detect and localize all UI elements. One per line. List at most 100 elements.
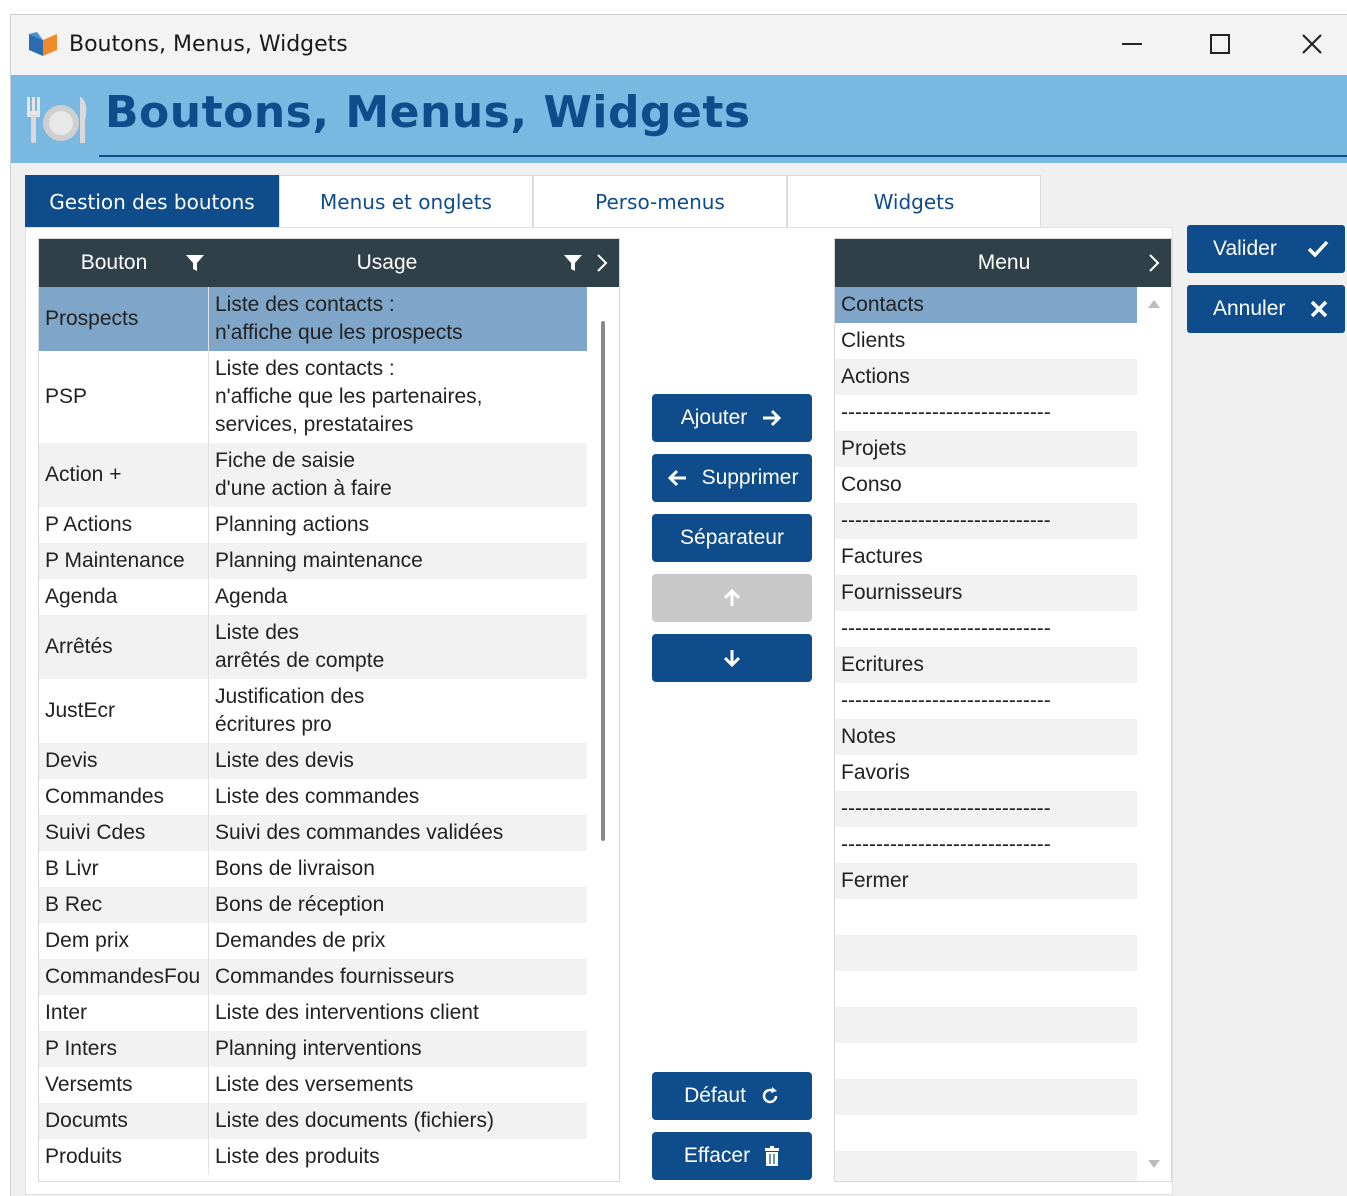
menu-list-item[interactable]: Contacts (835, 287, 1137, 323)
valider-button[interactable]: Valider (1187, 225, 1345, 273)
table-row[interactable]: Devis Liste des devis (39, 743, 587, 779)
usage-cell: Planning interventions (209, 1031, 587, 1067)
table-row[interactable]: CommandesFou Commandes fournisseurs (39, 959, 587, 995)
table-row[interactable]: P Maintenance Planning maintenance (39, 543, 587, 579)
usage-cell: Liste des arrêtés de compte (209, 615, 587, 679)
bouton-cell: Commandes (39, 779, 209, 815)
menu-list-item[interactable]: Ecritures (835, 647, 1137, 683)
supprimer-button[interactable]: Supprimer (652, 454, 812, 502)
menu-list-item[interactable]: Factures (835, 539, 1137, 575)
table-row[interactable]: Inter Liste des interventions client (39, 995, 587, 1031)
table-row[interactable]: Suivi Cdes Suivi des commandes validées (39, 815, 587, 851)
ajouter-label: Ajouter (680, 406, 748, 429)
table-row[interactable]: Prospects Liste des contacts : n'affiche q… (39, 287, 587, 351)
table-row[interactable]: Action + Fiche de saisie d'une action à fa… (39, 443, 587, 507)
menu-list-item[interactable] (835, 1115, 1137, 1151)
column-header-usage[interactable]: Usage (209, 239, 565, 287)
annuler-button[interactable]: Annuler (1187, 285, 1345, 333)
close-button[interactable] (1289, 23, 1335, 65)
arrow-right-icon (763, 409, 782, 427)
column-header-bouton[interactable]: Bouton (39, 239, 189, 287)
usage-cell: Justification des écritures pro (209, 679, 587, 743)
defaut-button[interactable]: Défaut (652, 1072, 812, 1120)
close-icon (1302, 34, 1322, 54)
menu-list-item[interactable]: ------------------------------ (835, 503, 1137, 539)
maximize-button[interactable] (1197, 23, 1243, 65)
column-header-menu[interactable]: Menu (978, 251, 1031, 275)
buttons-table-body: Prospects Liste des contacts : n'affiche q… (39, 287, 587, 1181)
scroll-down-icon[interactable] (1147, 1159, 1161, 1169)
menu-list-item[interactable]: ------------------------------ (835, 395, 1137, 431)
menu-list-item[interactable]: Actions (835, 359, 1137, 395)
menu-list-item[interactable]: Projets (835, 431, 1137, 467)
menu-list-item[interactable]: Fournisseurs (835, 575, 1137, 611)
table-row[interactable]: Dem prix Demandes de prix (39, 923, 587, 959)
menu-list-item[interactable] (835, 1079, 1137, 1115)
table-row[interactable]: Produits Liste des produits (39, 1139, 587, 1175)
tab-perso-menus[interactable]: Perso-menus (533, 175, 787, 227)
menu-list-item[interactable] (835, 971, 1137, 1007)
menu-list-item[interactable] (835, 1043, 1137, 1079)
menu-list-item[interactable] (835, 935, 1137, 971)
table-row[interactable]: Arrêtés Liste des arrêtés de compte (39, 615, 587, 679)
defaut-label: Défaut (684, 1084, 746, 1107)
menu-list-item[interactable] (835, 899, 1137, 935)
filter-icon[interactable] (185, 253, 205, 273)
menu-list-item[interactable]: Fermer (835, 863, 1137, 899)
restaurant-icon (27, 97, 87, 143)
table-row[interactable]: P Actions Planning actions (39, 507, 587, 543)
usage-line: Liste des documents (fichiers) (215, 1109, 494, 1132)
tab-widgets[interactable]: Widgets (787, 175, 1041, 227)
menu-list-item[interactable]: Clients (835, 323, 1137, 359)
menu-list-item[interactable]: Notes (835, 719, 1137, 755)
menu-list-item[interactable]: ------------------------------ (835, 683, 1137, 719)
usage-line: Bons de livraison (215, 857, 375, 880)
trash-icon (765, 1146, 780, 1166)
bouton-cell: PSP (39, 351, 209, 443)
vertical-scrollbar[interactable] (1137, 287, 1171, 1181)
usage-line: Agenda (215, 585, 288, 608)
separateur-button[interactable]: Séparateur (652, 514, 812, 562)
chevron-right-icon[interactable] (1147, 252, 1161, 274)
move-down-button[interactable] (652, 634, 812, 682)
minimize-button[interactable] (1109, 23, 1155, 65)
table-row[interactable]: B Livr Bons de livraison (39, 851, 587, 887)
bouton-cell: Produits (39, 1139, 209, 1175)
tab-menus-et-onglets[interactable]: Menus et onglets (279, 175, 533, 227)
bouton-cell: B Rec (39, 887, 209, 923)
effacer-button[interactable]: Effacer (652, 1132, 812, 1180)
check-icon (1307, 240, 1329, 258)
menu-list-item[interactable] (835, 1007, 1137, 1043)
menu-list-item[interactable]: Conso (835, 467, 1137, 503)
table-row[interactable]: Versemts Liste des versements (39, 1067, 587, 1103)
table-row[interactable]: Documts Liste des documents (fichiers) (39, 1103, 587, 1139)
refresh-icon (762, 1087, 778, 1104)
move-up-button[interactable] (652, 574, 812, 622)
tab-gestion-des-boutons[interactable]: Gestion des boutons (25, 175, 279, 227)
menu-list-item[interactable]: ------------------------------ (835, 827, 1137, 863)
supprimer-label: Supprimer (701, 466, 799, 489)
menu-list-item[interactable] (835, 1151, 1137, 1181)
usage-line: Liste des devis (215, 749, 354, 772)
menu-list-item[interactable]: ------------------------------ (835, 791, 1137, 827)
bouton-cell: B Livr (39, 851, 209, 887)
scroll-up-icon[interactable] (1147, 299, 1161, 309)
filter-icon[interactable] (563, 253, 583, 273)
usage-cell: Liste des interventions client (209, 995, 587, 1031)
table-row[interactable]: JustEcr Justification des écritures pro (39, 679, 587, 743)
usage-cell: Bons de réception (209, 887, 587, 923)
menu-list-item[interactable]: Favoris (835, 755, 1137, 791)
menu-list-item[interactable]: ------------------------------ (835, 611, 1137, 647)
table-row[interactable]: B Rec Bons de réception (39, 887, 587, 923)
ajouter-button[interactable]: Ajouter (652, 394, 812, 442)
header-banner: Boutons, Menus, Widgets (11, 75, 1347, 163)
chevron-right-icon[interactable] (595, 252, 609, 274)
table-row[interactable]: P Inters Planning interventions (39, 1031, 587, 1067)
usage-line: Suivi des commandes validées (215, 821, 504, 844)
table-row[interactable]: Commandes Liste des commandes (39, 779, 587, 815)
table-row[interactable]: PSP Liste des contacts : n'affiche que les… (39, 351, 587, 443)
arrow-left-icon (667, 469, 686, 487)
usage-cell: Planning actions (209, 507, 587, 543)
vertical-scrollbar[interactable] (601, 321, 605, 841)
table-row[interactable]: Agenda Agenda (39, 579, 587, 615)
